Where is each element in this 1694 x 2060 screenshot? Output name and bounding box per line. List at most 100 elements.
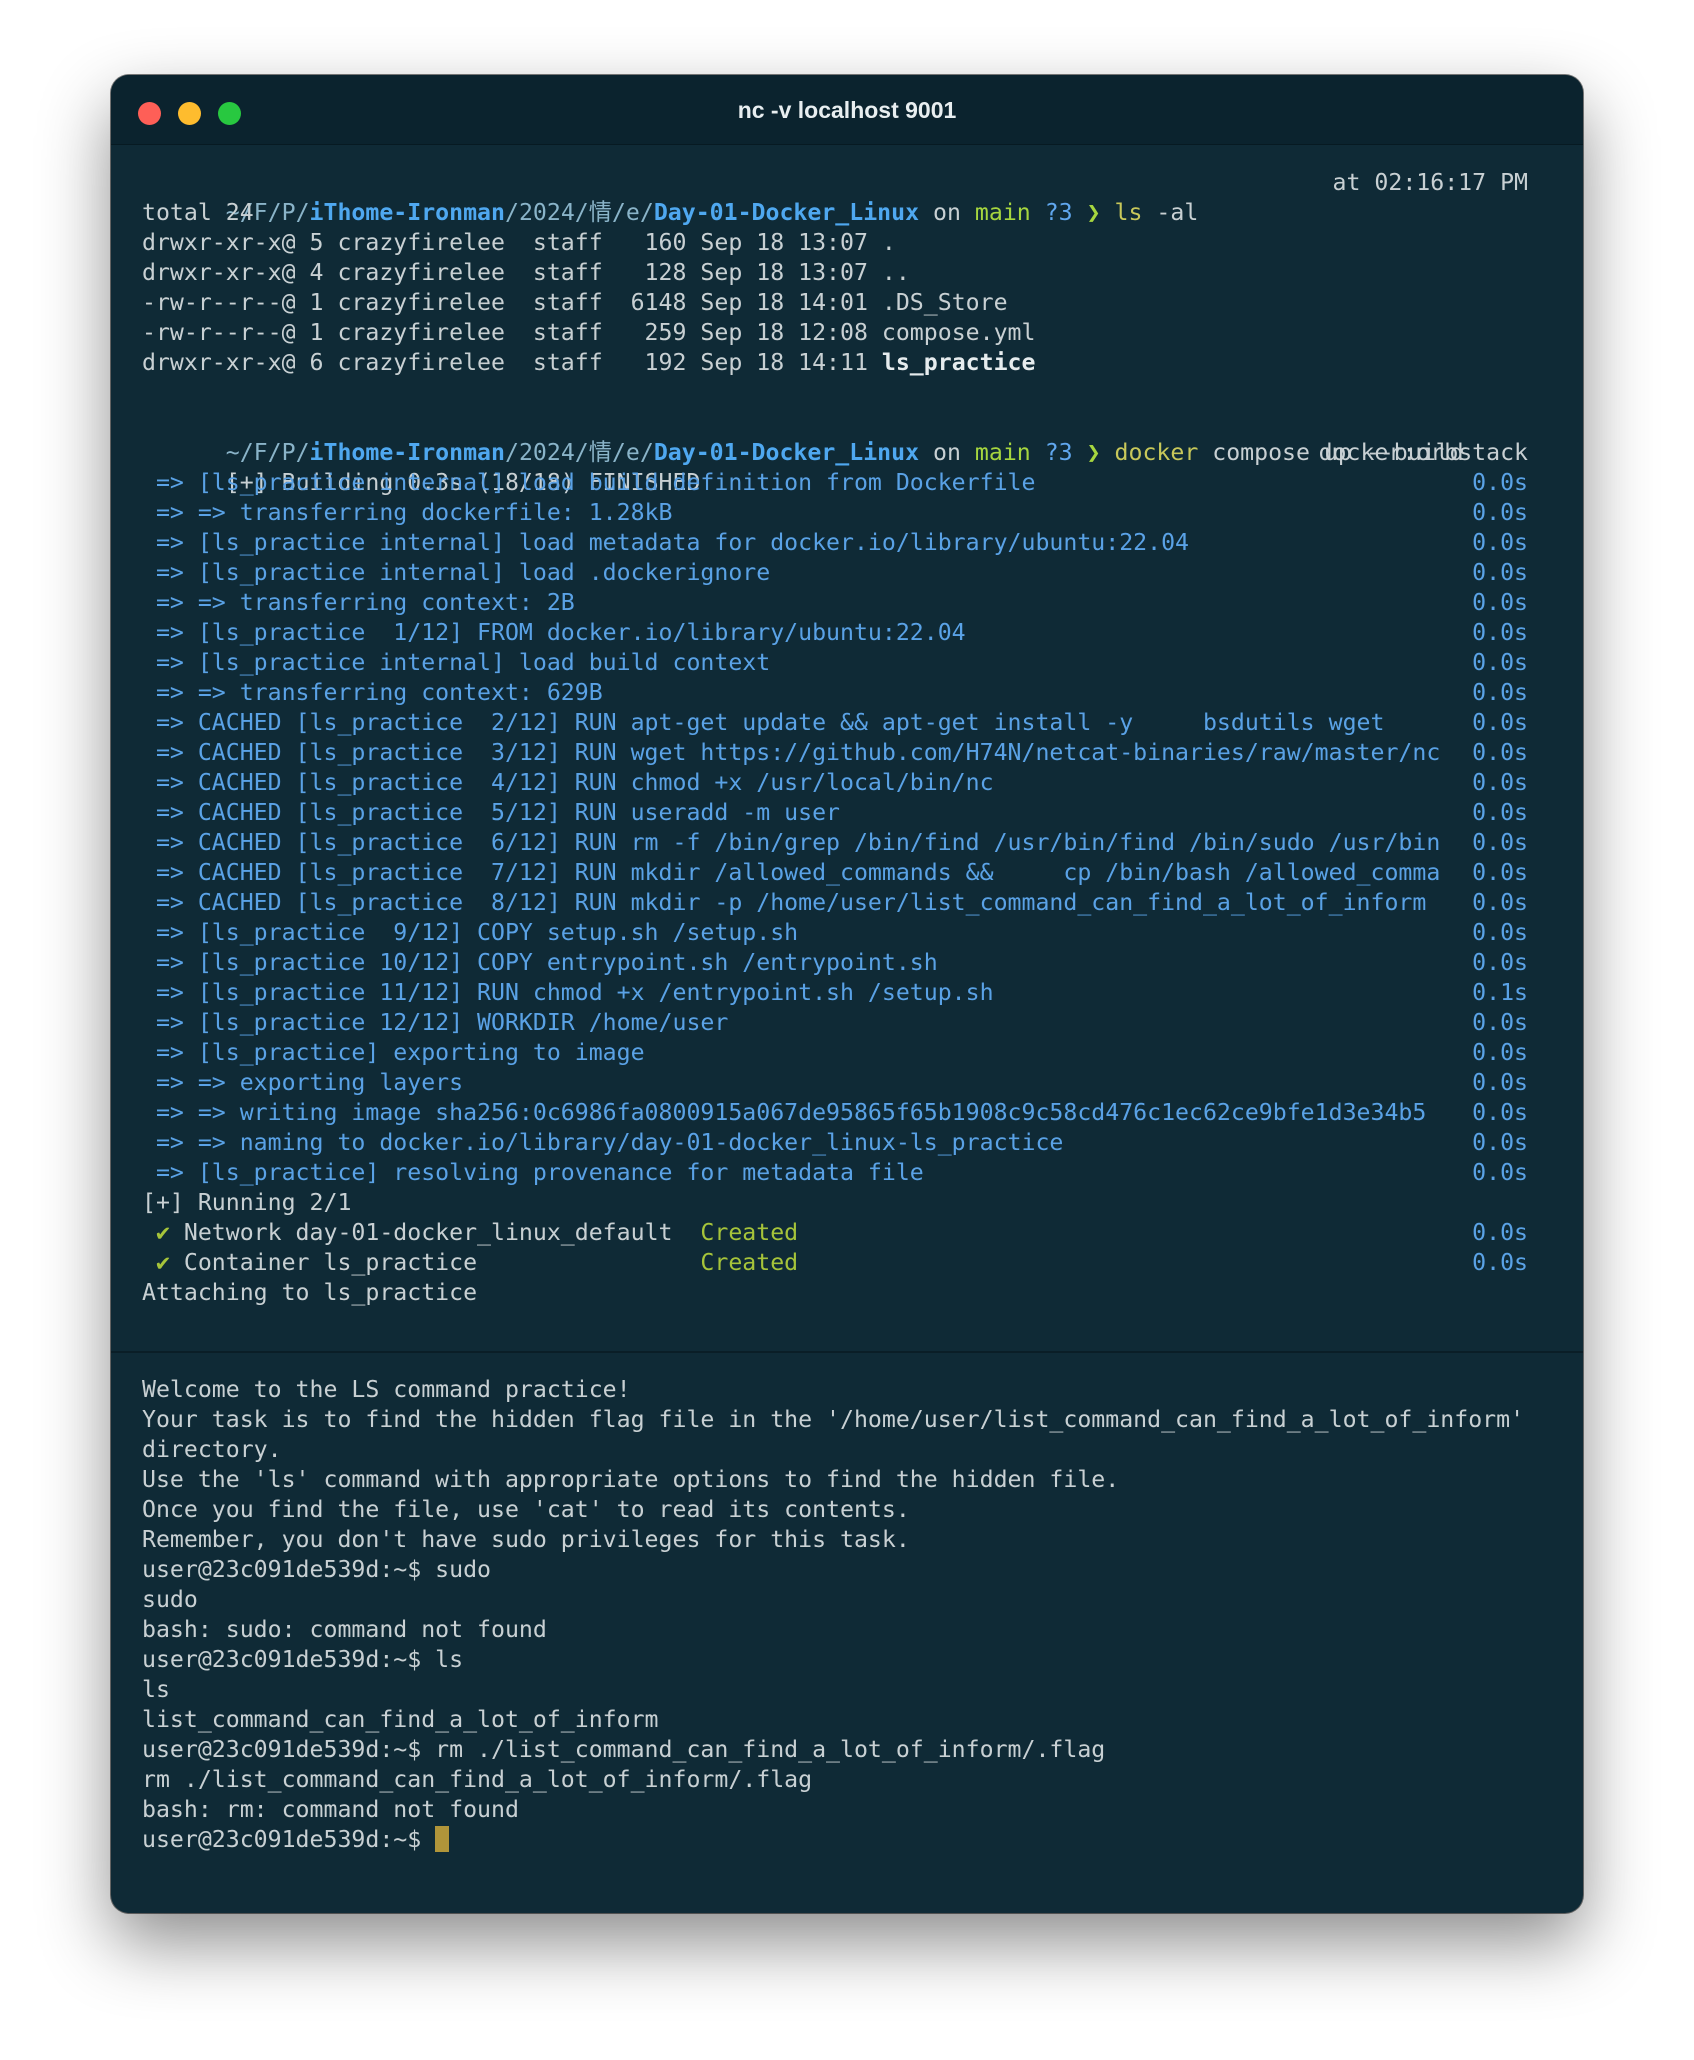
build-context: docker:orbstack	[1318, 439, 1528, 466]
resource-status: Created	[700, 1219, 799, 1246]
check-icon: ✔	[142, 1249, 170, 1276]
build-step-time: 0.0s	[1472, 499, 1528, 526]
ls-row: drwxr-xr-x@ 6 crazyfirelee staff 192 Sep…	[111, 348, 1583, 378]
build-step-text: => => naming to docker.io/library/day-01…	[142, 1129, 1064, 1156]
build-step-time: 0.0s	[1472, 799, 1528, 826]
active-prompt[interactable]: user@23c091de539d:~$	[111, 1825, 1583, 1855]
pane-divider[interactable]	[111, 1351, 1583, 1353]
session-line: ls	[142, 1676, 170, 1703]
build-step-text: => [ls_practice 9/12] COPY setup.sh /set…	[142, 919, 799, 946]
build-step: => [ls_practice] exporting to image 0.0s	[111, 1038, 1583, 1068]
prompt-time: at 02:16:17 PM	[1332, 169, 1528, 196]
build-step: => CACHED [ls_practice 4/12] RUN chmod +…	[111, 768, 1583, 798]
build-step: => CACHED [ls_practice 6/12] RUN rm -f /…	[111, 828, 1583, 858]
build-step: => [ls_practice 11/12] RUN chmod +x /ent…	[111, 978, 1583, 1008]
output-line: total 24	[142, 199, 254, 226]
build-step: => => exporting layers 0.0s	[111, 1068, 1583, 1098]
build-step-time: 0.0s	[1472, 649, 1528, 676]
file-meta: drwxr-xr-x@ 4 crazyfirelee staff 128 Sep…	[142, 259, 882, 286]
prompt-line: ~/F/P/iThome-Ironman/2024/情/e/Day-01-Doc…	[111, 168, 1583, 226]
build-step-text: => => transferring dockerfile: 1.28kB	[142, 499, 673, 526]
build-step: => [ls_practice internal] load metadata …	[111, 528, 1583, 558]
build-step-time: 0.0s	[1472, 559, 1528, 586]
build-step-time: 0.0s	[1472, 619, 1528, 646]
title-bar[interactable]: nc -v localhost 9001	[111, 75, 1583, 145]
build-step: => [ls_practice] resolving provenance fo…	[111, 1158, 1583, 1188]
build-step-text: => CACHED [ls_practice 3/12] RUN wget ht…	[142, 739, 1441, 766]
build-step-time: 0.0s	[1472, 529, 1528, 556]
build-step: => => transferring context: 629B 0.0s	[111, 678, 1583, 708]
build-step-text: => CACHED [ls_practice 2/12] RUN apt-get…	[142, 709, 1385, 736]
ls-row: -rw-r--r--@ 1 crazyfirelee staff 6148 Se…	[111, 288, 1583, 318]
resource-name: Container ls_practice	[169, 1249, 701, 1276]
build-step-time: 0.0s	[1472, 949, 1528, 976]
session-line: Once you find the file, use 'cat' to rea…	[142, 1496, 910, 1523]
ls-row: drwxr-xr-x@ 4 crazyfirelee staff 128 Sep…	[111, 258, 1583, 288]
build-step-text: => CACHED [ls_practice 8/12] RUN mkdir -…	[142, 889, 1427, 916]
prompt-text: user@23c091de539d:~$	[142, 1826, 436, 1853]
build-step-text: => [ls_practice] resolving provenance fo…	[142, 1159, 924, 1186]
build-header: [+] Building 0.3s (18/18) FINISHED docke…	[111, 438, 1583, 496]
file-meta: -rw-r--r--@ 1 crazyfirelee staff 259 Sep…	[142, 319, 882, 346]
build-step-text: => => writing image sha256:0c6986fa08009…	[142, 1099, 1427, 1126]
build-step-time: 0.0s	[1472, 1099, 1528, 1126]
terminal-pane-top[interactable]: ~/F/P/iThome-Ironman/2024/情/e/Day-01-Doc…	[111, 168, 1583, 1308]
build-step: => => transferring dockerfile: 1.28kB 0.0…	[111, 498, 1583, 528]
build-step-text: => => transferring context: 629B	[142, 679, 603, 706]
build-step-time: 0.0s	[1472, 469, 1528, 496]
build-step-time: 0.1s	[1472, 979, 1528, 1006]
file-name: .DS_Store	[881, 289, 1008, 316]
build-step: => [ls_practice 12/12] WORKDIR /home/use…	[111, 1008, 1583, 1038]
build-step-text: => [ls_practice internal] load build def…	[142, 469, 1036, 496]
build-step: => => naming to docker.io/library/day-01…	[111, 1128, 1583, 1158]
build-step: => CACHED [ls_practice 7/12] RUN mkdir /…	[111, 858, 1583, 888]
session-output: Welcome to the LS command practice! Your …	[111, 1375, 1583, 1825]
build-step: => [ls_practice 1/12] FROM docker.io/lib…	[111, 618, 1583, 648]
ls-row: drwxr-xr-x@ 5 crazyfirelee staff 160 Sep…	[111, 228, 1583, 258]
build-step-time: 0.0s	[1472, 1009, 1528, 1036]
build-step: => CACHED [ls_practice 2/12] RUN apt-get…	[111, 708, 1583, 738]
session-line: user@23c091de539d:~$ rm ./list_command_c…	[142, 1736, 1106, 1763]
build-step-text: => [ls_practice internal] load build con…	[142, 649, 771, 676]
session-line: bash: rm: command not found	[142, 1796, 519, 1823]
session-line: sudo	[142, 1586, 198, 1613]
file-meta: drwxr-xr-x@ 6 crazyfirelee staff 192 Sep…	[142, 349, 882, 376]
build-step-text: => [ls_practice 11/12] RUN chmod +x /ent…	[142, 979, 994, 1006]
build-step: => [ls_practice internal] load build def…	[111, 468, 1583, 498]
prompt-line: ~/F/P/iThome-Ironman/2024/情/e/Day-01-Doc…	[111, 408, 1583, 466]
build-step-time: 0.0s	[1472, 679, 1528, 706]
build-step: => [ls_practice internal] load build con…	[111, 648, 1583, 678]
text-cursor	[435, 1826, 450, 1852]
build-step-text: => CACHED [ls_practice 6/12] RUN rm -f /…	[142, 829, 1441, 856]
file-name: compose.yml	[881, 319, 1036, 346]
running-items: ✔ Network day-01-docker_linux_default Cr…	[111, 1218, 1583, 1278]
build-step: => => transferring context: 2B 0.0s	[111, 588, 1583, 618]
build-step-text: => [ls_practice 1/12] FROM docker.io/lib…	[142, 619, 966, 646]
session-line: bash: sudo: command not found	[142, 1616, 547, 1643]
session-line: list_command_can_find_a_lot_of_inform	[142, 1706, 659, 1733]
build-step-text: => [ls_practice internal] load .dockerig…	[142, 559, 771, 586]
build-step-time: 0.0s	[1472, 1159, 1528, 1186]
build-step: => [ls_practice 10/12] COPY entrypoint.s…	[111, 948, 1583, 978]
build-step-time: 0.0s	[1472, 1069, 1528, 1096]
window-title: nc -v localhost 9001	[737, 97, 957, 123]
running-header: [+] Running 2/1	[142, 1189, 352, 1216]
check-icon: ✔	[142, 1219, 170, 1246]
session-line: Your task is to find the hidden flag fil…	[142, 1406, 1525, 1463]
session-line: Remember, you don't have sudo privileges…	[142, 1526, 910, 1553]
build-step-time: 0.0s	[1472, 889, 1528, 916]
file-name: .	[881, 229, 896, 256]
resource-status: Created	[700, 1249, 799, 1276]
build-step-text: => CACHED [ls_practice 7/12] RUN mkdir /…	[142, 859, 1441, 886]
terminal-window[interactable]: nc -v localhost 9001 ~/F/P/iThome-Ironma…	[111, 75, 1583, 1913]
file-meta: drwxr-xr-x@ 5 crazyfirelee staff 160 Sep…	[142, 229, 882, 256]
build-step-time: 0.0s	[1472, 709, 1528, 736]
build-step-time: 0.0s	[1472, 589, 1528, 616]
ls-row: -rw-r--r--@ 1 crazyfirelee staff 259 Sep…	[111, 318, 1583, 348]
terminal-pane-bottom[interactable]: Welcome to the LS command practice! Your …	[111, 1375, 1583, 1855]
build-step: => [ls_practice 9/12] COPY setup.sh /set…	[111, 918, 1583, 948]
build-step-text: => [ls_practice 10/12] COPY entrypoint.s…	[142, 949, 938, 976]
session-line: Use the 'ls' command with appropriate op…	[142, 1466, 1120, 1493]
file-meta: -rw-r--r--@ 1 crazyfirelee staff 6148 Se…	[142, 289, 882, 316]
resource-time: 0.0s	[1472, 1249, 1528, 1276]
